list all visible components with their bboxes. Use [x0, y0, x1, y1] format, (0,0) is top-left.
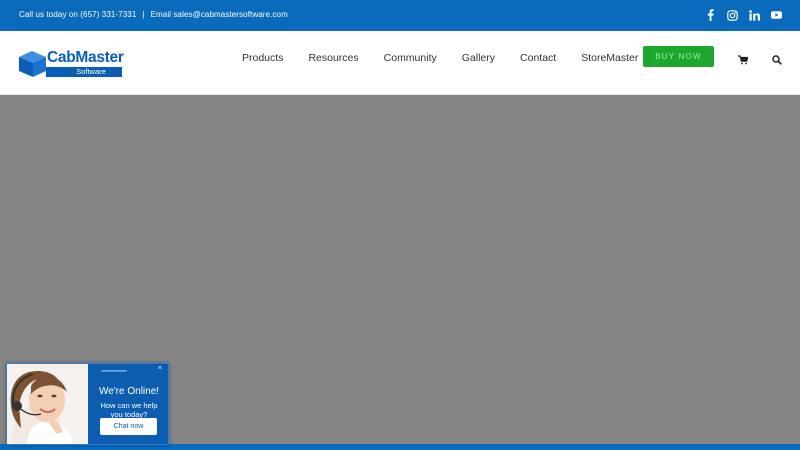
top-bar: Call us today on (657) 331-7331 | Email sa… [0, 0, 800, 31]
logo-text: CabMaster [47, 49, 124, 66]
email-text[interactable]: Email sales@cabmastersoftware.com [151, 10, 288, 19]
chat-logo-icon [101, 370, 127, 372]
nav-item-contact[interactable]: Contact [520, 52, 556, 64]
social-links [705, 9, 782, 21]
nav-item-gallery[interactable]: Gallery [462, 52, 495, 64]
main-nav: Products Resources Community Gallery Con… [242, 52, 663, 64]
instagram-icon[interactable] [727, 9, 738, 21]
chat-widget[interactable]: × We're Online! How can we help you toda… [6, 363, 169, 445]
search-icon[interactable] [772, 52, 782, 65]
chat-title: We're Online! [98, 386, 160, 397]
phone-text[interactable]: Call us today on (657) 331-7331 [19, 10, 136, 19]
chat-now-button[interactable]: Chat now [100, 418, 157, 435]
cart-icon[interactable] [738, 52, 749, 65]
buy-now-button[interactable]: BUY NOW [643, 46, 714, 67]
chat-subtitle: How can we help you today? [100, 401, 158, 419]
facebook-icon[interactable] [705, 9, 716, 21]
nav-item-storemaster[interactable]: StoreMaster [581, 52, 638, 64]
linkedin-icon[interactable] [749, 9, 760, 21]
main-header: CabMaster Software Products Resources Co… [0, 31, 800, 95]
close-icon[interactable]: × [158, 365, 162, 372]
nav-item-products[interactable]: Products [242, 52, 283, 64]
youtube-icon[interactable] [771, 9, 782, 21]
nav-item-community[interactable]: Community [384, 52, 437, 64]
logo-subtext: Software [76, 67, 106, 76]
contact-separator: | [142, 10, 145, 19]
agent-photo [7, 364, 88, 444]
nav-item-resources[interactable]: Resources [308, 52, 358, 64]
contact-info: Call us today on (657) 331-7331 | Email sa… [19, 10, 288, 19]
cabmaster-logo[interactable]: CabMaster Software [18, 49, 124, 78]
